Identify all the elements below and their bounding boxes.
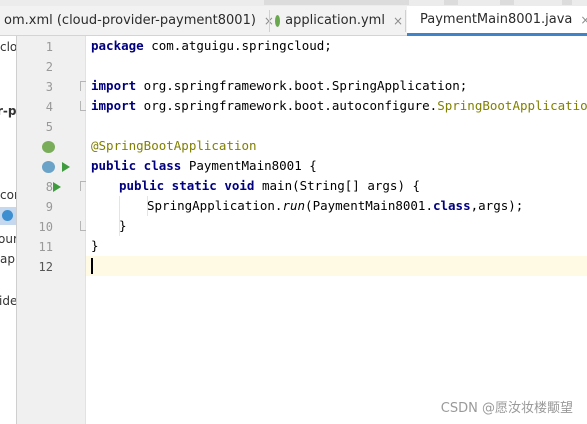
line-number: 5: [45, 120, 53, 134]
code-text: main(String[] args) {: [254, 178, 421, 193]
project-tree-item[interactable]: clo: [0, 40, 16, 54]
project-tree-item[interactable]: r-p: [0, 104, 16, 118]
code-line-8: public static void main(String[] args) {: [119, 176, 420, 196]
code-line-10: }: [119, 216, 127, 236]
java-class-icon: [2, 210, 13, 221]
line-number: 8: [45, 180, 53, 194]
line-number: 10: [38, 220, 53, 234]
code-text: org.springframework.boot.SpringApplicati…: [136, 78, 468, 93]
tab-divider: [405, 10, 406, 32]
line-number: 4: [45, 100, 53, 114]
keyword: public class: [91, 158, 182, 173]
close-icon[interactable]: ×: [393, 14, 403, 28]
toolbar-fragment: [444, 0, 458, 5]
toolbar-fragment: [500, 0, 514, 5]
line-number: 12: [38, 260, 53, 274]
line-number: 1: [45, 40, 53, 54]
code-text: (PaymentMain8001.: [305, 198, 433, 213]
toolbar-fragment: [264, 0, 409, 5]
code-line-9: SpringApplication.run(PaymentMain8001.cl…: [147, 196, 523, 216]
spring-bean-icon[interactable]: [42, 161, 55, 173]
tab-pom-xml[interactable]: om.xml (cloud-provider-payment8001) ×: [0, 6, 274, 35]
project-tree-item[interactable]: app: [0, 252, 16, 266]
code-line-4: import org.springframework.boot.autoconf…: [91, 96, 587, 116]
current-line-highlight: [86, 256, 587, 276]
project-tool-window: clo r-p con our app ide: [0, 36, 17, 424]
keyword: public static void: [119, 178, 255, 193]
code-line-7: public class PaymentMain8001 {: [91, 156, 317, 176]
project-tree-item[interactable]: our: [0, 232, 16, 246]
tab-paymentmain8001-java[interactable]: PaymentMain8001.java ×: [407, 6, 587, 36]
line-number: 2: [45, 60, 53, 74]
watermark: CSDN @愿汝妆楼颙望: [440, 401, 573, 416]
tab-divider: [269, 10, 270, 32]
run-icon[interactable]: [61, 161, 71, 173]
code-line-3: import org.springframework.boot.SpringAp…: [91, 76, 467, 96]
editor-gutter: 1 2 3 4 5 6 7 8 9 10 11 12: [17, 36, 87, 424]
selected-tree-item[interactable]: [0, 207, 16, 225]
keyword: class: [432, 198, 471, 213]
tab-label: om.xml (cloud-provider-payment8001): [4, 13, 256, 28]
tab-label: application.yml: [285, 13, 385, 28]
method-call: run: [282, 198, 306, 213]
code-text: SpringApplication.: [147, 198, 283, 213]
project-tree-item[interactable]: ide: [0, 294, 16, 308]
editor-tab-bar: om.xml (cloud-provider-payment8001) × ap…: [0, 6, 587, 36]
annotation-text: SpringBootApplication: [437, 98, 587, 113]
code-line-1: package com.atguigu.springcloud;: [91, 36, 332, 56]
text-caret: [91, 258, 93, 274]
code-text: org.springframework.boot.autoconfigure.: [136, 98, 438, 113]
code-line-11: }: [91, 236, 99, 256]
code-text: }: [119, 218, 127, 233]
spring-leaf-icon: [275, 14, 281, 27]
line-number: 9: [45, 200, 53, 214]
code-line-6: @SpringBootApplication: [91, 136, 257, 156]
keyword: import: [91, 78, 137, 93]
line-number: 3: [45, 80, 53, 94]
annotation-text: @SpringBootApplication: [91, 138, 257, 153]
project-tree-item[interactable]: con: [0, 188, 16, 202]
toolbar-fragment: [562, 0, 572, 5]
code-text: com.atguigu.springcloud;: [143, 38, 332, 53]
line-number: 11: [38, 240, 53, 254]
spring-bean-icon[interactable]: [42, 141, 55, 153]
keyword: package: [91, 38, 144, 53]
code-editor[interactable]: package com.atguigu.springcloud; import …: [86, 36, 587, 424]
tab-application-yml[interactable]: application.yml ×: [275, 6, 403, 35]
code-text: PaymentMain8001 {: [181, 158, 317, 173]
keyword: import: [91, 98, 137, 113]
code-text: ,args);: [470, 198, 524, 213]
run-icon[interactable]: [52, 181, 62, 193]
tab-label: PaymentMain8001.java: [420, 12, 573, 27]
code-text: }: [91, 238, 99, 253]
close-icon[interactable]: ×: [580, 13, 587, 27]
